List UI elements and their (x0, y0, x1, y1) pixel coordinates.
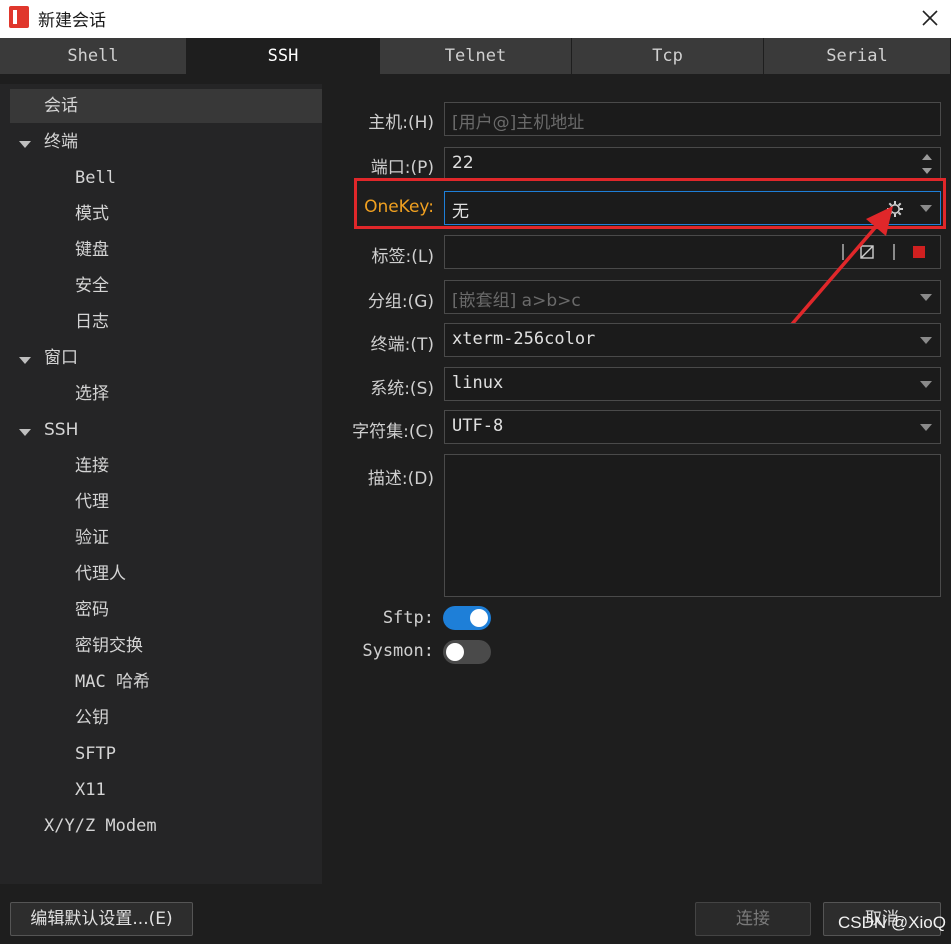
toggle-knob (446, 643, 464, 661)
terminal-type-value: xterm-256color (452, 329, 596, 349)
watermark: CSDN @XioQ (838, 913, 946, 932)
system-select[interactable]: linux (444, 367, 941, 401)
description-textarea[interactable] (444, 454, 941, 597)
sftp-label: Sftp: (382, 608, 434, 628)
terminal-type-label: 终端:(T) (370, 335, 434, 355)
connect-button[interactable]: 连接 (695, 902, 811, 936)
charset-select[interactable]: UTF-8 (444, 410, 941, 444)
system-value: linux (452, 373, 504, 393)
edit-defaults-button[interactable]: 编辑默认设置...(E) (10, 902, 193, 936)
sftp-toggle[interactable] (443, 606, 491, 630)
chevron-down-icon[interactable] (920, 381, 932, 388)
description-label: 描述:(D) (367, 469, 434, 489)
toggle-knob (470, 609, 488, 627)
sysmon-toggle[interactable] (443, 640, 491, 664)
chevron-down-icon[interactable] (920, 337, 932, 344)
system-label: 系统:(S) (370, 379, 434, 399)
chevron-down-icon[interactable] (920, 424, 932, 431)
charset-label: 字符集:(C) (352, 422, 434, 442)
charset-value: UTF-8 (452, 416, 504, 436)
terminal-type-select[interactable]: xterm-256color (444, 323, 941, 357)
sysmon-label: Sysmon: (362, 641, 434, 661)
